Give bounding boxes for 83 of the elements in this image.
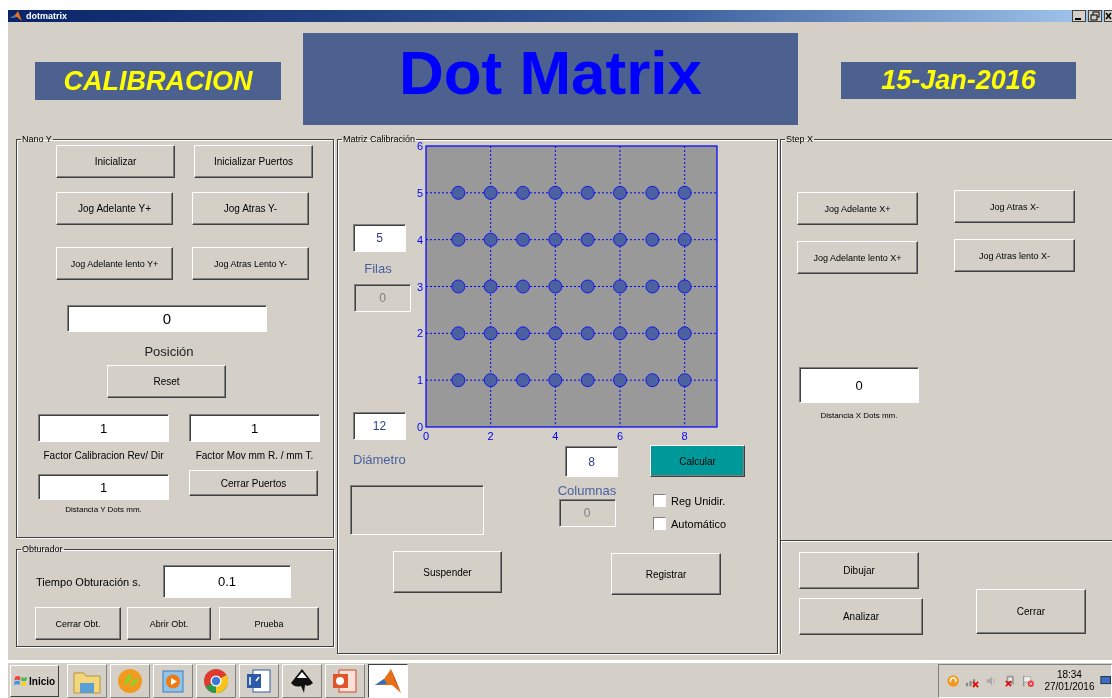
app-title: Dot Matrix [303, 33, 798, 125]
app-icon [10, 11, 22, 21]
ink-drop-icon[interactable] [282, 664, 323, 698]
field-label: Factor Calibracion Rev/ Dir [42, 450, 165, 461]
tick-label: 4 [552, 430, 559, 442]
jog-button[interactable]: Jog Atras Y- [192, 192, 309, 225]
tick-label: 6 [616, 430, 624, 442]
panel-title: Obturador [21, 544, 64, 554]
tick-label: 1 [416, 374, 423, 387]
mode-banner: CALIBRACION [35, 62, 281, 100]
shutter-button[interactable]: Prueba [219, 607, 319, 640]
columns-label: Columnas [557, 483, 617, 498]
register-button[interactable]: Registrar [611, 553, 721, 595]
plot-dot [677, 326, 692, 341]
time-field[interactable]: 0.1 [163, 565, 291, 598]
slides-icon[interactable] [325, 664, 366, 698]
jog-button[interactable]: Jog Adelante lento X+ [797, 241, 918, 274]
start-button[interactable]: Inicio [10, 665, 60, 697]
tick-label: 8 [681, 430, 688, 442]
field-label: Factor Mov mm R. / mm T. [194, 450, 315, 461]
media-player-icon[interactable] [153, 664, 194, 698]
action-button[interactable]: Inicializar [56, 145, 175, 178]
tick-label: 0 [422, 430, 430, 442]
plot-dot [677, 185, 692, 200]
clock-date[interactable]: 27/01/2016 [1044, 681, 1095, 693]
tick-label: 0 [416, 421, 423, 433]
close-ports-button[interactable]: Cerrar Puertos [189, 470, 318, 496]
restore-icon[interactable] [1088, 10, 1102, 22]
action-button[interactable]: Inicializar Puertos [194, 145, 313, 178]
draw-button[interactable]: Dibujar [799, 552, 919, 589]
shutter-button[interactable]: Cerrar Obt. [35, 607, 121, 640]
checkbox[interactable] [653, 494, 666, 507]
membrane-icon[interactable] [368, 664, 409, 698]
tick-label: 6 [416, 140, 423, 152]
distance-field[interactable]: 0 [799, 367, 919, 403]
jog-button[interactable]: Jog Adelante Y+ [56, 192, 173, 225]
windows-flag-icon [14, 675, 28, 687]
checkbox-label: Reg Unidir. [671, 494, 726, 507]
browser-icon[interactable] [196, 664, 237, 698]
flag-icon[interactable] [1022, 674, 1035, 688]
field-label: Distancia X Dots mm. [819, 411, 899, 420]
window-title: dotmatrix [26, 11, 67, 21]
panel-title: Nano Y [21, 134, 53, 144]
distance-field[interactable]: 1 [38, 474, 169, 500]
tick-label: 2 [487, 430, 494, 442]
jog-button[interactable]: Jog Atras X- [954, 190, 1075, 223]
document-icon[interactable] [239, 664, 280, 698]
suspend-button[interactable]: Suspender [393, 551, 502, 593]
jog-button[interactable]: Jog Adelante X+ [797, 192, 918, 225]
leaf-icon[interactable] [110, 664, 151, 698]
factor-field[interactable]: 1 [189, 414, 320, 442]
columns-field[interactable]: 8 [565, 446, 618, 477]
panel-title: Step X [785, 134, 815, 144]
tick-label: 5 [416, 186, 423, 199]
position-label: Posición [143, 344, 195, 359]
close-icon[interactable] [1104, 10, 1112, 22]
clock-time[interactable]: 18:34 [1056, 669, 1082, 681]
tick-label: 2 [416, 327, 423, 340]
close-button[interactable]: Cerrar [976, 589, 1086, 634]
panel-title: Matriz Calibración [342, 134, 417, 144]
field-label: Tiempo Obturación s. [36, 575, 142, 588]
checkbox[interactable] [653, 517, 666, 530]
power-plug-icon[interactable] [1003, 674, 1017, 688]
field-label: Distancia Y Dots mm. [64, 505, 143, 514]
jog-button[interactable]: Jog Atras Lento Y- [192, 247, 309, 280]
date-banner: 15-Jan-2016 [841, 62, 1076, 99]
factor-field[interactable]: 1 [38, 414, 169, 442]
tick-label: 4 [416, 233, 423, 246]
jog-button[interactable]: Jog Adelante lento Y+ [56, 247, 173, 280]
folder-icon[interactable] [67, 664, 108, 698]
shutter-button[interactable]: Abrir Obt. [127, 607, 211, 640]
diameter-field[interactable]: 12 [353, 412, 406, 440]
analyze-button[interactable]: Analizar [799, 598, 923, 635]
tick-label: 3 [416, 280, 423, 293]
minimize-icon[interactable] [1072, 10, 1086, 22]
reset-button[interactable]: Reset [107, 365, 226, 398]
diameter-label: Diámetro [353, 452, 407, 467]
checkbox-label: Automático [671, 517, 727, 530]
rows-label: Filas [363, 261, 393, 276]
jog-button[interactable]: Jog Atras lento X- [954, 239, 1075, 272]
calculate-button[interactable]: Calcular [650, 445, 745, 477]
position-field[interactable]: 0 [67, 305, 267, 332]
rows-field[interactable]: 5 [353, 224, 406, 252]
